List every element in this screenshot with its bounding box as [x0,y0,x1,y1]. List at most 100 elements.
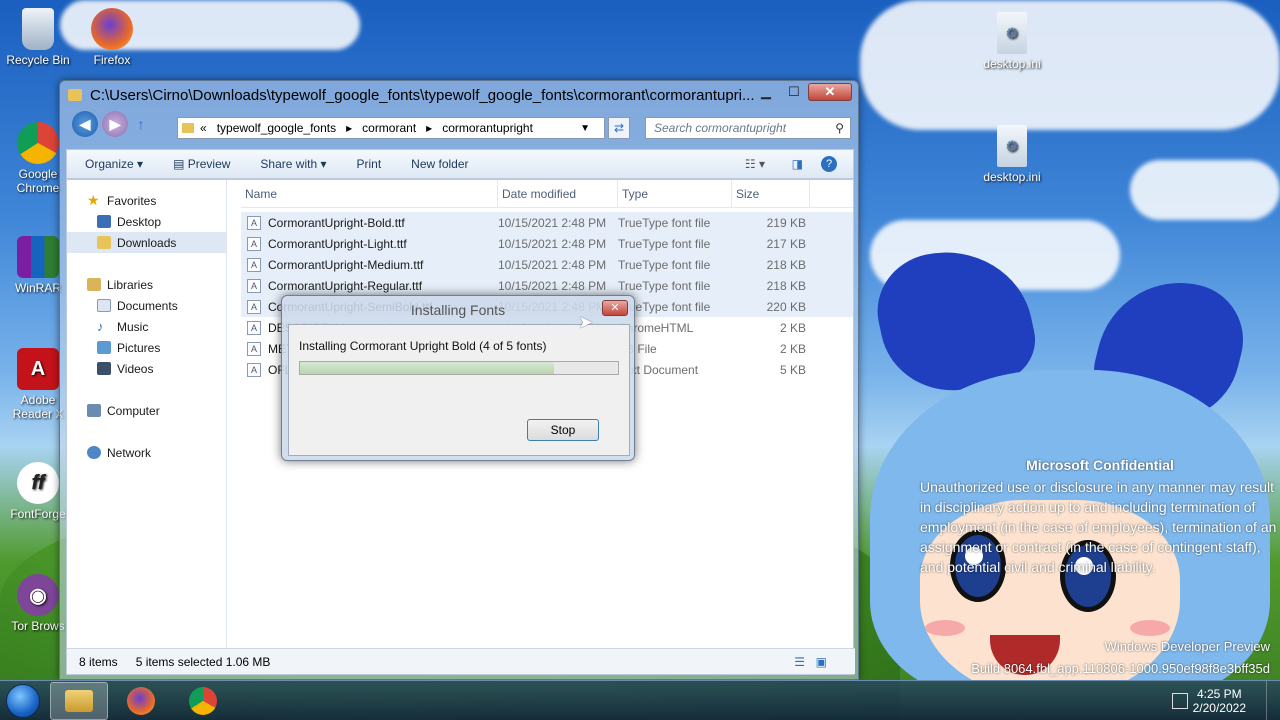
file-size-cell: 218 KB [766,278,806,293]
minimize-button[interactable]: ▁ [752,83,780,101]
breadcrumb-typewolf[interactable]: typewolf_google_fonts [217,121,336,135]
column-name[interactable]: Name [241,180,498,207]
file-icon: A [247,299,261,314]
refresh-button[interactable]: ⇄ [608,117,630,139]
stop-button[interactable]: Stop [527,419,599,441]
breadcrumb-back[interactable]: « [200,121,207,135]
column-date[interactable]: Date modified [498,180,618,207]
nav-libraries[interactable]: Libraries [67,274,226,295]
winrar-icon [17,236,59,278]
nav-pictures[interactable]: Pictures [67,337,226,358]
column-headers: Name Date modified Type Size [241,180,853,208]
file-row[interactable]: A CormorantUpright-Bold.ttf 10/15/2021 2:4… [241,212,853,233]
file-row[interactable]: A CormorantUpright-Light.ttf 10/15/2021 2:… [241,233,853,254]
file-row[interactable]: A CormorantUpright-Medium.ttf 10/15/2021 2… [241,254,853,275]
nav-network[interactable]: Network [67,442,226,463]
close-button[interactable]: ✕ [808,83,852,101]
action-center-icon[interactable] [1172,693,1188,709]
explorer-icon [65,689,93,712]
preview-button[interactable]: ▤ Preview [173,157,230,171]
file-size-cell: 217 KB [766,236,806,251]
videos-icon [97,362,111,375]
show-desktop-button[interactable] [1266,681,1280,720]
back-button[interactable]: ◀ [72,111,98,137]
address-bar[interactable]: « typewolf_google_fonts ▸ cormorant ▸ co… [177,117,605,139]
breadcrumb-separator[interactable]: ▸ [426,121,432,135]
system-clock[interactable]: 4:25 PM 2/20/2022 [1193,681,1246,720]
status-item-count: 8 items [79,654,118,669]
window-titlebar[interactable]: C:\Users\Cirno\Downloads\typewolf_google… [60,81,858,109]
search-placeholder: Search cormorantupright [654,121,787,135]
progress-bar [299,361,619,375]
file-size-cell: 5 KB [779,362,806,377]
adobe-reader-icon: A [17,348,59,390]
taskbar: 4:25 PM 2/20/2022 [0,680,1280,720]
documents-icon [97,299,111,312]
up-button[interactable]: ↑ [132,111,150,137]
print-button[interactable]: Print [356,157,381,171]
breadcrumb-separator[interactable]: ▸ [346,121,352,135]
chevron-down-icon[interactable]: ▼ [580,123,590,134]
nav-videos[interactable]: Videos [67,358,226,379]
nav-documents[interactable]: Documents [67,295,226,316]
network-icon [87,446,101,459]
windows-orb-icon [6,683,40,718]
preview-pane-icon[interactable]: ◨ [792,157,803,171]
tor-browser-icon: ◉ [17,574,59,616]
search-input[interactable]: Search cormorantupright ⚲ [645,117,851,139]
search-icon: ⚲ [835,121,844,135]
window-title: C:\Users\Cirno\Downloads\typewolf_google… [90,86,755,104]
new-folder-button[interactable]: New folder [411,157,468,171]
fontforge-icon: ff [17,462,59,504]
character-blush [925,620,965,636]
share-with-button[interactable]: Share with ▾ [260,157,326,171]
firefox-icon [127,686,155,715]
desktop-icon-desktop-ini[interactable]: ⚙ desktop.ini [974,125,1050,184]
nav-computer[interactable]: Computer [67,400,226,421]
file-type-cell: Text Document [618,362,699,377]
file-type-cell: TrueType font file [618,278,711,293]
breadcrumb-cormorant[interactable]: cormorant [362,121,416,135]
file-date-cell: 10/15/2021 2:48 PM [498,215,607,230]
file-row[interactable]: A CormorantUpright-Regular.ttf 10/15/2021 … [241,275,853,296]
file-date-cell: 10/15/2021 2:48 PM [498,257,607,272]
large-icons-view-icon[interactable]: ▣ [816,655,827,669]
dialog-close-button[interactable]: ✕ [602,300,628,316]
file-type-cell: TrueType font file [618,299,711,314]
desktop-icon-recycle-bin[interactable]: Recycle Bin [0,8,76,67]
file-date-cell: 10/15/2021 2:48 PM [498,278,607,293]
start-button[interactable] [0,681,46,720]
file-date-cell: 10/15/2021 2:48 PM [498,236,607,251]
nav-music[interactable]: ♪ Music [67,316,226,337]
details-view-icon[interactable]: ☰ [794,655,805,669]
nav-downloads[interactable]: Downloads [67,232,226,253]
chrome-icon [189,686,217,715]
file-name-cell: A CormorantUpright-Regular.ttf [241,278,498,293]
desktop-icon [97,215,111,228]
window-controls: ▁ ☐ ✕ [752,83,852,101]
organize-button[interactable]: Organize ▾ [85,157,143,171]
confidential-watermark: Microsoft Confidential Unauthorized use … [920,455,1280,577]
clock-date: 2/20/2022 [1192,701,1246,715]
nav-favorites[interactable]: ★ Favorites [67,190,226,211]
column-type[interactable]: Type [618,180,732,207]
taskbar-firefox[interactable] [112,682,170,720]
column-size[interactable]: Size [732,180,810,207]
progress-fill [300,362,555,374]
file-size-cell: 219 KB [766,215,806,230]
desktop-icon-desktop-ini[interactable]: ⚙ desktop.ini [974,12,1050,71]
nav-desktop[interactable]: Desktop [67,211,226,232]
file-icon: A [247,362,261,377]
file-name-cell: A CormorantUpright-Bold.ttf [241,215,498,230]
downloads-icon [97,236,111,249]
taskbar-chrome[interactable] [174,682,232,720]
desktop-icon-firefox[interactable]: Firefox [74,8,150,67]
breadcrumb-cormorantupright[interactable]: cormorantupright [442,121,533,135]
pictures-icon [97,341,111,354]
maximize-button[interactable]: ☐ [780,83,808,101]
taskbar-explorer[interactable] [50,681,108,720]
forward-button[interactable]: ▶ [102,111,128,137]
view-options-icon[interactable]: ☷ ▾ [745,157,765,171]
help-icon[interactable]: ? [821,156,837,172]
config-file-icon: ⚙ [997,125,1027,167]
